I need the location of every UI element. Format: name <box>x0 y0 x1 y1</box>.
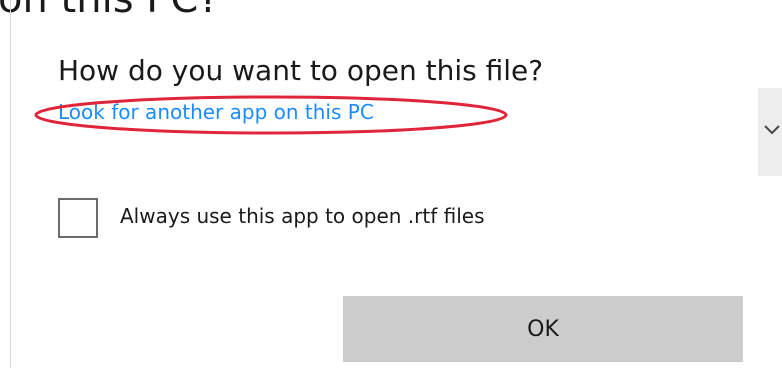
divider <box>10 0 11 368</box>
chevron-down-icon[interactable] <box>762 120 782 140</box>
open-with-dialog: on this PC? How do you want to open this… <box>0 0 782 368</box>
background-heading: on this PC? <box>0 0 220 22</box>
dialog-title: How do you want to open this file? <box>58 54 544 87</box>
ok-button[interactable]: OK <box>343 296 743 362</box>
look-for-another-app-link[interactable]: Look for another app on this PC <box>58 100 374 124</box>
always-use-checkbox[interactable] <box>58 198 98 238</box>
always-use-checkbox-label: Always use this app to open .rtf files <box>120 204 485 228</box>
